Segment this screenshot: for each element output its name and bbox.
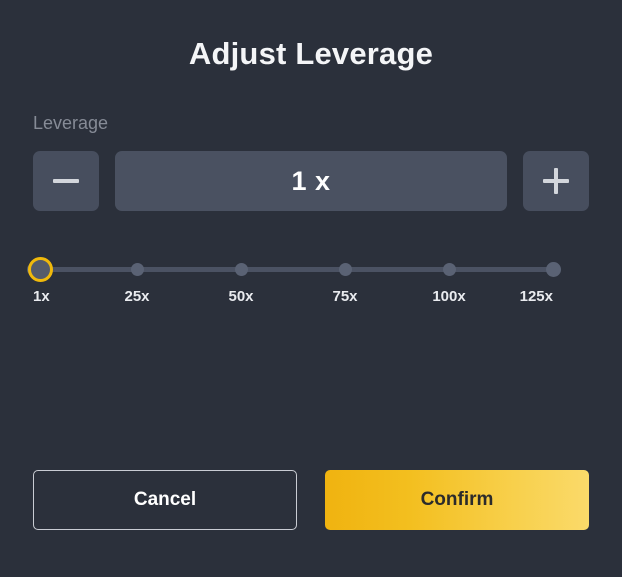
slider-tick-dot-125x[interactable] [545,262,561,277]
plus-icon [543,168,569,194]
slider-tick-labels: 1x 25x 50x 75x 100x 125x [33,288,553,310]
leverage-field-label: Leverage [33,113,109,133]
slider-tick-label-75x[interactable]: 75x [332,288,357,305]
slider-tick-label-25x[interactable]: 25x [124,288,149,305]
slider-tick-label-100x[interactable]: 100x [432,288,465,305]
slider-tick-dot-75x[interactable] [338,263,352,276]
increase-leverage-button[interactable] [523,151,589,211]
confirm-button[interactable]: Confirm [325,470,589,530]
leverage-slider[interactable] [26,255,561,283]
slider-tick-dot-50x[interactable] [234,263,248,276]
adjust-leverage-dialog: Adjust Leverage Leverage 1 x 1x 25x 50x [0,0,622,577]
slider-track[interactable] [33,267,553,272]
slider-tick-label-125x[interactable]: 125x [520,288,553,305]
slider-tick-dot-100x[interactable] [442,263,456,276]
slider-tick-label-50x[interactable]: 50x [228,288,253,305]
dialog-footer: Cancel Confirm [33,470,589,530]
page-title: Adjust Leverage [188,36,434,71]
cancel-button[interactable]: Cancel [33,470,297,530]
slider-thumb[interactable] [28,257,54,282]
slider-tick-dot-25x[interactable] [130,263,144,276]
leverage-value-input[interactable]: 1 x [115,151,507,211]
minus-icon [53,168,79,194]
slider-tick-label-1x[interactable]: 1x [33,288,50,305]
leverage-stepper: 1 x [33,151,589,211]
decrease-leverage-button[interactable] [33,151,99,211]
